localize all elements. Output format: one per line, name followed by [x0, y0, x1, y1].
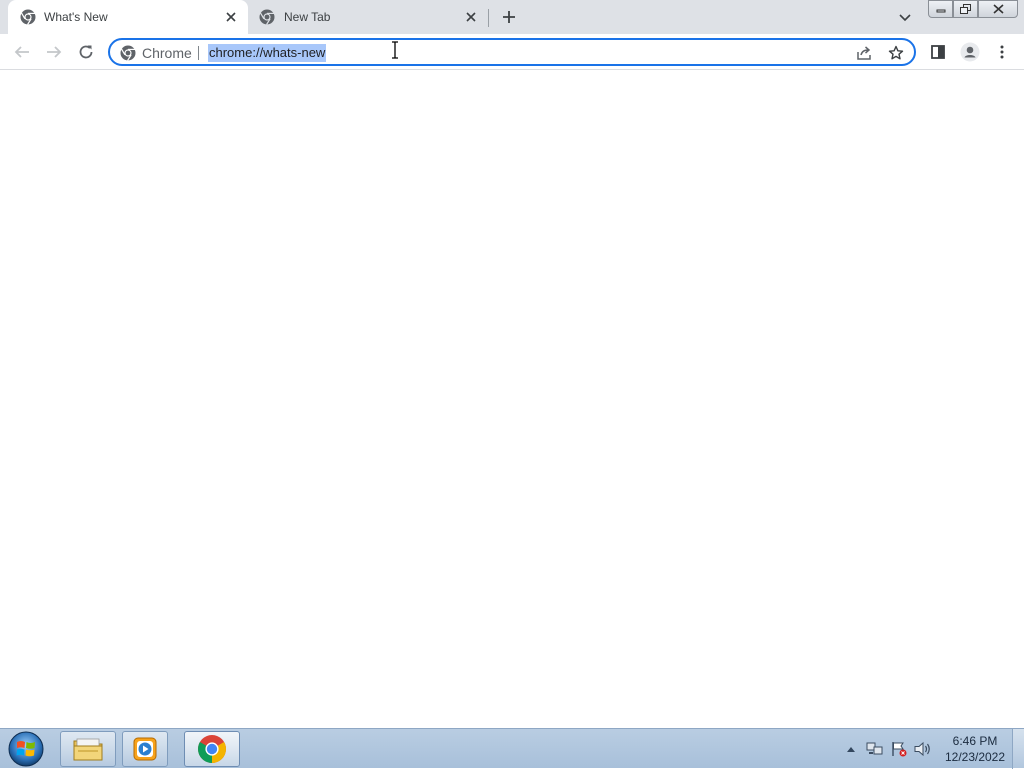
chrome-icon [198, 735, 226, 763]
chrome-icon [120, 45, 136, 61]
url-text[interactable]: chrome://whats-new [208, 44, 327, 62]
reload-button[interactable] [74, 40, 98, 64]
minimize-icon [936, 9, 945, 13]
caret-up-icon [847, 747, 855, 752]
clock-time: 6:46 PM [952, 734, 998, 748]
omnibox-divider [198, 46, 199, 60]
tab-title: What's New [44, 10, 108, 24]
side-panel-icon [931, 45, 945, 59]
share-icon [857, 46, 871, 60]
back-button[interactable] [10, 40, 34, 64]
windows-taskbar: 6:46 PM 12/23/2022 [0, 728, 1024, 769]
show-desktop-button[interactable] [1012, 729, 1024, 769]
minimize-button[interactable] [928, 0, 953, 18]
reload-icon [79, 45, 93, 59]
plus-icon [503, 11, 515, 23]
restore-icon [959, 3, 971, 14]
close-tab-icon[interactable] [222, 8, 240, 26]
volume-button[interactable] [914, 740, 932, 758]
share-button[interactable] [854, 43, 874, 63]
profile-icon [960, 42, 980, 62]
show-hidden-icons-button[interactable] [842, 740, 860, 758]
chrome-menu-button[interactable] [990, 40, 1014, 64]
folder-icon [73, 738, 103, 761]
page-content [0, 70, 1024, 728]
network-button[interactable] [866, 740, 884, 758]
tab-whats-new[interactable]: What's New [8, 0, 248, 34]
text-cursor-icon [392, 41, 398, 59]
taskbar-chrome[interactable] [184, 731, 240, 767]
restore-button[interactable] [953, 0, 978, 18]
chrome-icon [20, 9, 36, 25]
omnibox-chip-label: Chrome [142, 45, 192, 61]
kebab-menu-icon [1000, 45, 1004, 59]
media-player-icon [133, 737, 157, 761]
side-panel-button[interactable] [926, 40, 950, 64]
chevron-down-icon [899, 14, 911, 22]
browser-toolbar: Chrome chrome://whats-new [0, 34, 1024, 70]
profile-button[interactable] [958, 40, 982, 64]
network-icon [866, 742, 883, 755]
action-center-flag-icon [892, 742, 907, 757]
windows-start-icon[interactable] [6, 730, 46, 768]
tab-strip: What's New New Tab [0, 0, 1024, 34]
clock-date: 12/23/2022 [944, 750, 1006, 764]
omnibox[interactable]: Chrome chrome://whats-new [108, 38, 916, 66]
close-window-button[interactable] [978, 0, 1018, 18]
arrow-left-icon [14, 46, 29, 58]
new-tab-button[interactable] [498, 6, 520, 28]
system-tray [842, 729, 938, 769]
action-center-button[interactable] [890, 740, 908, 758]
volume-icon [914, 741, 930, 757]
tab-separator [488, 9, 489, 27]
tab-title: New Tab [284, 10, 331, 24]
close-icon [992, 4, 1004, 14]
bookmark-button[interactable] [886, 43, 906, 63]
tab-new-tab[interactable]: New Tab [248, 0, 488, 34]
tab-search-button[interactable] [895, 8, 915, 28]
star-icon [888, 45, 904, 60]
forward-button[interactable] [42, 40, 66, 64]
arrow-right-icon [47, 46, 62, 58]
system-clock[interactable]: 6:46 PM 12/23/2022 [940, 733, 1010, 765]
taskbar-explorer[interactable] [60, 731, 116, 767]
taskbar-media-player[interactable] [122, 731, 168, 767]
close-tab-icon[interactable] [462, 8, 480, 26]
chrome-icon [259, 9, 275, 25]
